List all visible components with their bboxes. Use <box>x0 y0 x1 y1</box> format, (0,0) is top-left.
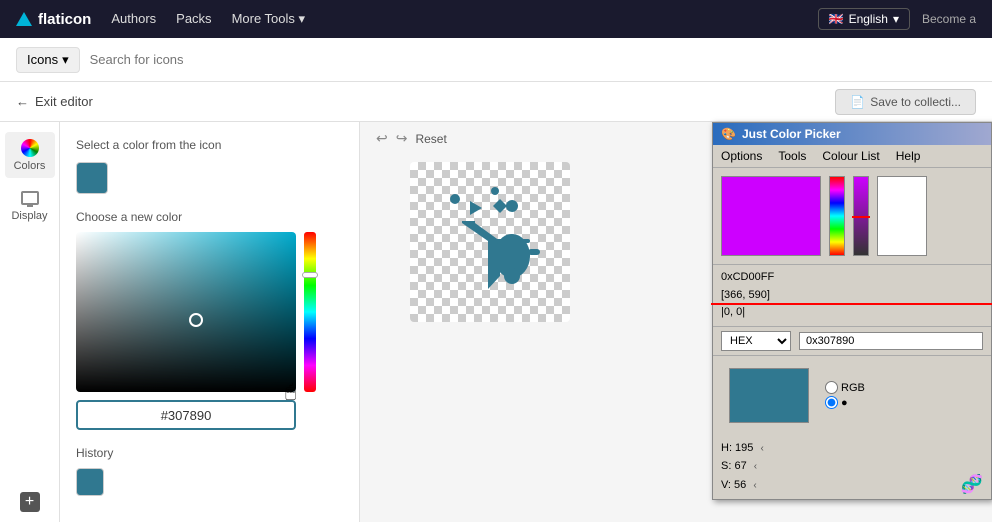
jcp-hex-input[interactable] <box>799 332 983 350</box>
icons-dropdown[interactable]: Icons ▾ <box>16 47 80 73</box>
jcp-other-label: ● <box>841 397 848 409</box>
jcp-hsv-values: H: 195 ‹ S: 67 ‹ V: 56 ‹ <box>713 435 991 499</box>
jcp-s-value: S: 67 ‹ <box>721 457 983 476</box>
add-button[interactable]: + <box>20 492 40 512</box>
nav-authors[interactable]: Authors <box>111 11 156 27</box>
save-label: Save to collecti... <box>870 95 961 109</box>
color-gradient-dark <box>76 232 296 392</box>
jcp-color-display <box>721 176 821 256</box>
display-label: Display <box>11 210 47 222</box>
jcp-emoji-icon: 🎨 <box>721 127 736 141</box>
logo-text: flaticon <box>38 11 91 28</box>
jcp-hue-bar[interactable] <box>829 176 845 256</box>
become-link[interactable]: Become a <box>922 12 976 26</box>
search-input[interactable] <box>90 52 976 67</box>
jcp-menu-options[interactable]: Options <box>721 147 762 165</box>
colors-label: Colors <box>14 160 46 172</box>
jcp-hex-label: 0xCD00FF <box>721 269 983 287</box>
jcp-s-chevron[interactable]: ‹ <box>754 461 757 472</box>
filter-icon-svg <box>440 181 540 301</box>
display-icon <box>20 188 40 208</box>
save-to-collection-button[interactable]: 📄 Save to collecti... <box>835 89 976 115</box>
jcp-bottom: RGB ● <box>713 355 991 435</box>
sidebar-item-colors[interactable]: Colors <box>5 132 55 178</box>
select-color-title: Select a color from the icon <box>76 138 343 152</box>
nav-links: Authors Packs More Tools ▾ <box>111 11 305 27</box>
sidebar-item-display[interactable]: Display <box>5 182 55 228</box>
jcp-radio-other-input[interactable] <box>825 396 838 409</box>
hue-slider[interactable] <box>304 232 316 392</box>
jcp-origin-label: |0, 0| <box>721 304 983 322</box>
logo-triangle-icon <box>16 12 32 26</box>
jcp-menubar: Options Tools Colour List Help <box>713 145 991 168</box>
jcp-radio-other[interactable]: ● <box>825 396 865 409</box>
main-content: Colors Display + Select a color from the… <box>0 122 992 522</box>
selected-color-swatch[interactable] <box>76 162 108 194</box>
exit-editor-label: Exit editor <box>35 94 93 109</box>
nav-right: 🇬🇧 English ▾ Become a <box>818 8 976 30</box>
dna-icon: 🧬 <box>961 474 983 495</box>
jcp-menu-tools[interactable]: Tools <box>778 147 806 165</box>
choose-color-title: Choose a new color <box>76 210 343 224</box>
exit-editor-button[interactable]: ← Exit editor <box>16 94 93 109</box>
jcp-coords-label: [366, 590] <box>721 287 983 305</box>
jcp-rgb-label: RGB <box>841 382 865 394</box>
jcp-format-row: HEX <box>713 326 991 355</box>
history-color-swatch[interactable] <box>76 468 104 496</box>
top-navigation: flaticon Authors Packs More Tools ▾ 🇬🇧 E… <box>0 0 992 38</box>
icon-svg <box>440 181 540 304</box>
jcp-menu-colour-list[interactable]: Colour List <box>822 147 879 165</box>
jcp-format-select[interactable]: HEX <box>721 331 791 351</box>
save-icon: 📄 <box>850 95 865 109</box>
undo-icon[interactable]: ↩ <box>376 130 388 147</box>
jcp-title: Just Color Picker <box>742 127 841 141</box>
jcp-body <box>713 168 991 264</box>
back-arrow-icon: ← <box>16 94 29 109</box>
jcp-saturation-bar[interactable] <box>853 176 869 256</box>
color-gradient-picker[interactable]: 🖱 <box>76 232 316 392</box>
jcp-h-chevron[interactable]: ‹ <box>760 443 763 454</box>
palette-icon <box>20 138 40 158</box>
jcp-v-value: V: 56 ‹ <box>721 476 983 495</box>
nav-more-tools[interactable]: More Tools ▾ <box>232 11 305 27</box>
jcp-hue-marker <box>711 303 992 305</box>
jcp-menu-help[interactable]: Help <box>896 147 921 165</box>
jcp-radio-rgb-input[interactable] <box>825 381 838 394</box>
jcp-color-swatch <box>729 368 809 423</box>
search-bar: Icons ▾ <box>0 38 992 82</box>
jcp-h-value: H: 195 ‹ <box>721 439 983 458</box>
jcp-color-info: 0xCD00FF [366, 590] |0, 0| <box>713 264 991 326</box>
jcp-titlebar: 🎨 Just Color Picker <box>713 123 991 145</box>
jcp-saturation-marker <box>852 216 870 218</box>
icon-preview-area: ↩ ↪ Reset <box>360 122 992 522</box>
jcp-radio-rgb[interactable]: RGB <box>825 381 865 394</box>
history-title: History <box>76 446 343 460</box>
hex-input-container <box>76 400 296 430</box>
left-sidebar: Colors Display + <box>0 122 60 522</box>
jcp-brightness-bar[interactable] <box>877 176 927 256</box>
language-button[interactable]: 🇬🇧 English ▾ <box>818 8 910 30</box>
icon-canvas <box>410 162 570 322</box>
hue-slider-thumb <box>302 272 318 278</box>
reset-button[interactable]: Reset <box>415 132 446 146</box>
redo-icon[interactable]: ↪ <box>396 130 408 147</box>
logo[interactable]: flaticon <box>16 11 91 28</box>
nav-packs[interactable]: Packs <box>176 11 211 27</box>
just-color-picker-popup: 🎨 Just Color Picker Options Tools Colour… <box>712 122 992 500</box>
hex-color-input[interactable] <box>76 400 296 430</box>
editor-bar: ← Exit editor 📄 Save to collecti... <box>0 82 992 122</box>
jcp-v-chevron[interactable]: ‹ <box>753 480 756 491</box>
color-panel: Select a color from the icon Choose a ne… <box>60 122 360 522</box>
jcp-radio-group: RGB ● <box>825 381 865 409</box>
